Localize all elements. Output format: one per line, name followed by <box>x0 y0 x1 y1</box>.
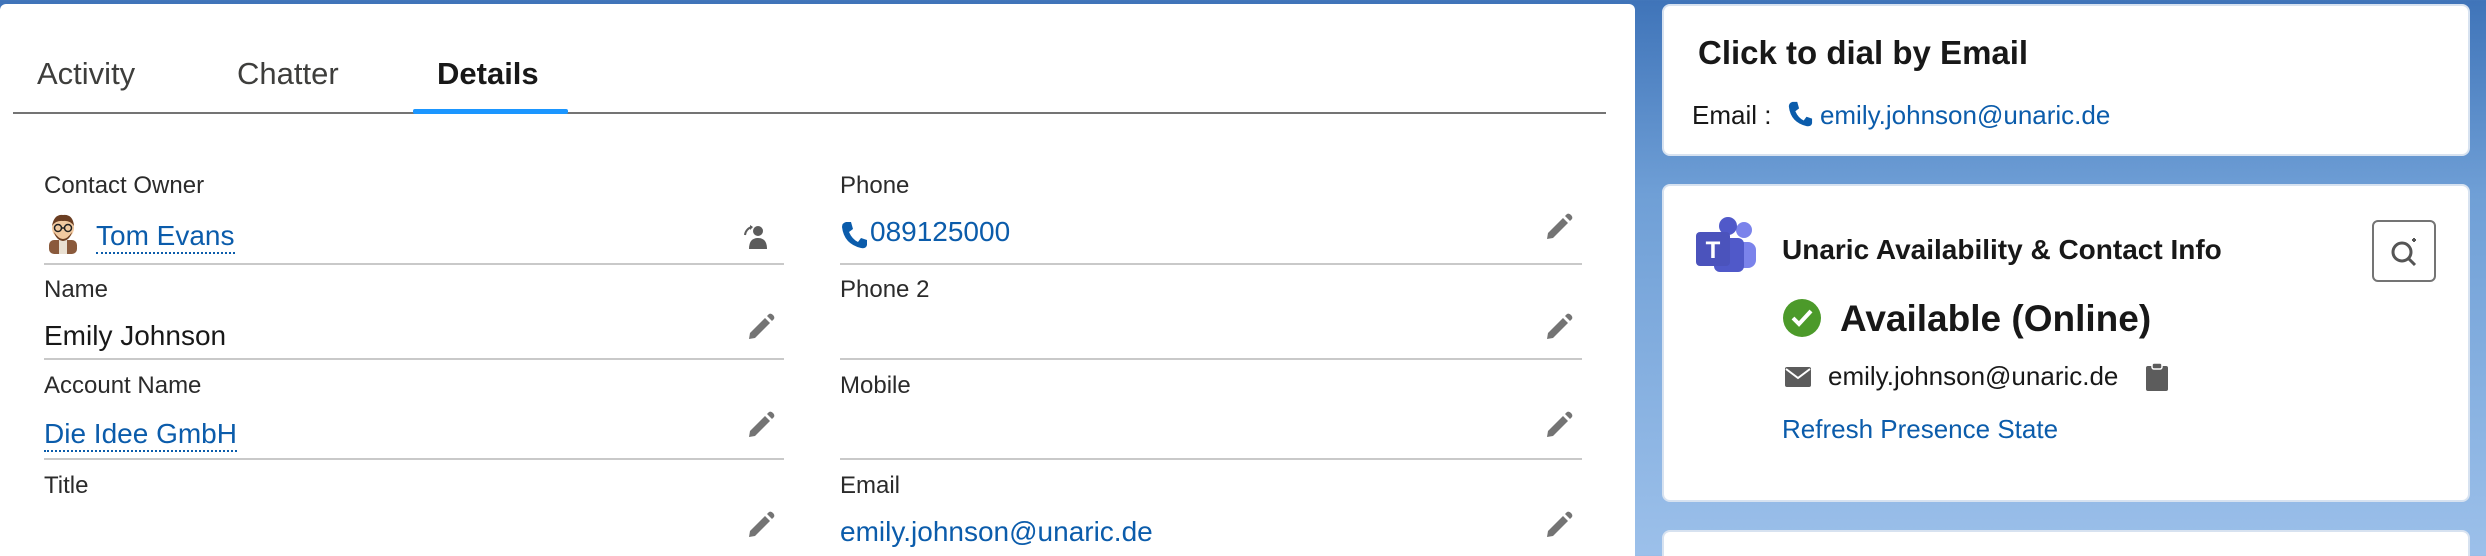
click-to-dial-title: Click to dial by Email <box>1698 34 2029 71</box>
contact-owner-link[interactable]: Tom Evans <box>96 220 235 255</box>
teams-logo-icon: T <box>1694 216 1758 280</box>
presence-email: emily.johnson@unaric.de <box>1828 361 2119 391</box>
presence-status: Available (Online) <box>1840 298 2152 339</box>
pencil-icon[interactable] <box>1544 410 1574 440</box>
phone-icon[interactable] <box>840 220 868 250</box>
tab-chatter[interactable]: Chatter <box>213 44 413 112</box>
contact-owner-label: Contact Owner <box>44 172 205 199</box>
mail-icon <box>1784 366 1812 388</box>
pencil-icon[interactable] <box>1544 212 1574 242</box>
change-owner-icon[interactable] <box>742 222 772 252</box>
title-field: Title <box>44 472 784 556</box>
refresh-presence-link[interactable]: Refresh Presence State <box>1782 414 2058 445</box>
presence-title: Unaric Availability & Contact Info <box>1782 234 2222 265</box>
tab-details-label: Details <box>437 56 539 91</box>
name-label: Name <box>44 276 109 303</box>
tab-activity-label: Activity <box>37 56 136 91</box>
pencil-icon[interactable] <box>746 410 776 440</box>
pencil-icon[interactable] <box>1544 510 1574 540</box>
account-name-link[interactable]: Die Idee GmbH <box>44 418 237 453</box>
mobile-field: Mobile <box>840 372 1582 460</box>
email-label: Email <box>840 472 901 499</box>
phone2-field: Phone 2 <box>840 276 1582 360</box>
tab-activity[interactable]: Activity <box>13 44 213 112</box>
dial-email-row: Email : emily.johnson@unaric.de <box>1692 100 2110 131</box>
pencil-icon[interactable] <box>1544 312 1574 342</box>
name-field: Name Emily Johnson <box>44 276 784 360</box>
click-to-dial-card: Click to dial by Email Email : emily.joh… <box>1662 4 2470 156</box>
tab-bar: Activity Chatter Details <box>13 44 1606 114</box>
details-panel: Activity Chatter Details Contact Owner T… <box>0 4 1635 556</box>
phone-label: Phone <box>840 172 910 199</box>
pencil-icon[interactable] <box>746 312 776 342</box>
pencil-icon[interactable] <box>746 510 776 540</box>
phone-link[interactable]: 089125000 <box>870 216 1010 248</box>
dial-email-label: Email : <box>1692 100 1772 130</box>
title-label: Title <box>44 472 89 499</box>
presence-card: T Unaric Availability & Contact Info Ava… <box>1662 184 2470 502</box>
svg-text:T: T <box>1706 237 1721 264</box>
phone2-label: Phone 2 <box>840 276 930 303</box>
contact-owner-field: Contact Owner Tom Evans <box>44 172 784 265</box>
email-field: Email emily.johnson@unaric.de <box>840 472 1582 556</box>
clipboard-icon[interactable] <box>2144 362 2170 392</box>
search-person-icon <box>2391 238 2417 267</box>
account-name-field: Account Name Die Idee GmbH <box>44 372 784 460</box>
name-value: Emily Johnson <box>44 320 227 351</box>
tab-chatter-label: Chatter <box>237 56 339 91</box>
mobile-label: Mobile <box>840 372 911 399</box>
search-person-button[interactable] <box>2372 220 2436 282</box>
phone-field: Phone 089125000 <box>840 172 1582 265</box>
avatar <box>46 212 80 254</box>
next-card <box>1662 530 2470 556</box>
check-circle-icon <box>1782 298 1822 338</box>
account-name-label: Account Name <box>44 372 202 399</box>
email-link[interactable]: emily.johnson@unaric.de <box>840 516 1153 548</box>
dial-email-link[interactable]: emily.johnson@unaric.de <box>1820 100 2110 130</box>
tab-details[interactable]: Details <box>413 44 568 114</box>
phone-icon[interactable] <box>1787 100 1813 127</box>
